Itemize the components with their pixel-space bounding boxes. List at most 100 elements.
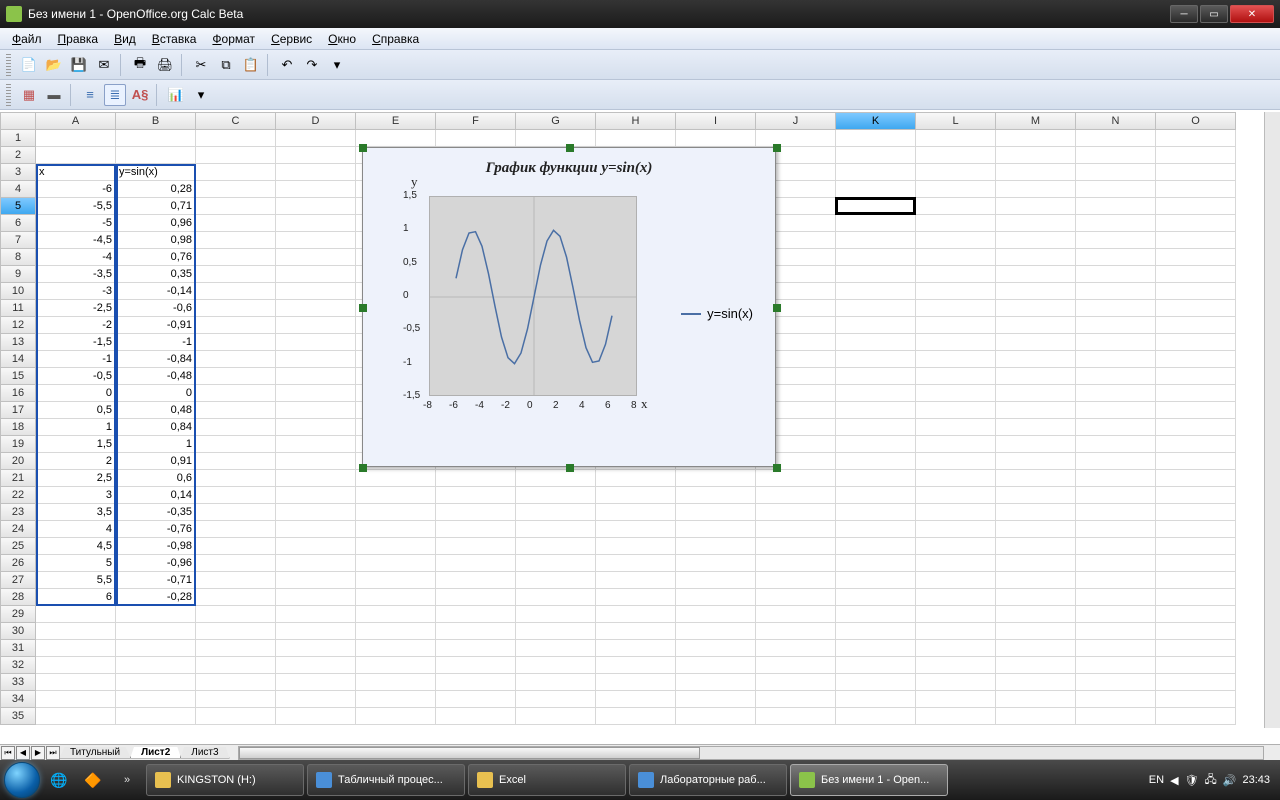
vertical-scrollbar[interactable] bbox=[1264, 112, 1280, 728]
cell-G29[interactable] bbox=[516, 606, 596, 623]
cell-N26[interactable] bbox=[1076, 555, 1156, 572]
sheet-tab-Лист3[interactable]: Лист3 bbox=[180, 747, 229, 759]
chart-resize-handle[interactable] bbox=[359, 464, 367, 472]
cell-L28[interactable] bbox=[916, 589, 996, 606]
cell-A7[interactable]: -4,5 bbox=[36, 232, 116, 249]
cell-A33[interactable] bbox=[36, 674, 116, 691]
cell-K8[interactable] bbox=[836, 249, 916, 266]
cell-D7[interactable] bbox=[276, 232, 356, 249]
cell-A5[interactable]: -5,5 bbox=[36, 198, 116, 215]
row-header-33[interactable]: 33 bbox=[0, 674, 36, 691]
cell-N14[interactable] bbox=[1076, 351, 1156, 368]
cell-grid[interactable]: x-6-5,5-5-4,5-4-3,5-3-2,5-2-1,5-1-0,500,… bbox=[36, 130, 1264, 728]
cell-O1[interactable] bbox=[1156, 130, 1236, 147]
cell-N15[interactable] bbox=[1076, 368, 1156, 385]
cell-N34[interactable] bbox=[1076, 691, 1156, 708]
cell-J35[interactable] bbox=[756, 708, 836, 725]
cell-H24[interactable] bbox=[596, 521, 676, 538]
cell-D26[interactable] bbox=[276, 555, 356, 572]
cell-L12[interactable] bbox=[916, 317, 996, 334]
cell-O30[interactable] bbox=[1156, 623, 1236, 640]
cell-E34[interactable] bbox=[356, 691, 436, 708]
cell-H22[interactable] bbox=[596, 487, 676, 504]
tab-nav-last[interactable]: ⏭ bbox=[46, 746, 60, 760]
cell-D24[interactable] bbox=[276, 521, 356, 538]
tray-lang[interactable]: EN bbox=[1149, 774, 1164, 786]
cell-K13[interactable] bbox=[836, 334, 916, 351]
cell-N11[interactable] bbox=[1076, 300, 1156, 317]
cell-N22[interactable] bbox=[1076, 487, 1156, 504]
cell-C2[interactable] bbox=[196, 147, 276, 164]
cell-J21[interactable] bbox=[756, 470, 836, 487]
row-header-7[interactable]: 7 bbox=[0, 232, 36, 249]
cell-L6[interactable] bbox=[916, 215, 996, 232]
cell-D10[interactable] bbox=[276, 283, 356, 300]
cell-C28[interactable] bbox=[196, 589, 276, 606]
cell-G22[interactable] bbox=[516, 487, 596, 504]
cell-A19[interactable]: 1,5 bbox=[36, 436, 116, 453]
cell-M30[interactable] bbox=[996, 623, 1076, 640]
cell-H31[interactable] bbox=[596, 640, 676, 657]
cell-O20[interactable] bbox=[1156, 453, 1236, 470]
cell-O31[interactable] bbox=[1156, 640, 1236, 657]
cell-B4[interactable]: 0,28 bbox=[116, 181, 196, 198]
col-header-C[interactable]: C bbox=[196, 112, 276, 130]
undo-button[interactable]: ↶ bbox=[276, 54, 298, 76]
cell-A17[interactable]: 0,5 bbox=[36, 402, 116, 419]
cell-K11[interactable] bbox=[836, 300, 916, 317]
cell-H30[interactable] bbox=[596, 623, 676, 640]
cell-B23[interactable]: -0,35 bbox=[116, 504, 196, 521]
cell-C4[interactable] bbox=[196, 181, 276, 198]
cell-K4[interactable] bbox=[836, 181, 916, 198]
cell-F33[interactable] bbox=[436, 674, 516, 691]
col-header-I[interactable]: I bbox=[676, 112, 756, 130]
cell-B13[interactable]: -1 bbox=[116, 334, 196, 351]
cell-E35[interactable] bbox=[356, 708, 436, 725]
cell-N8[interactable] bbox=[1076, 249, 1156, 266]
cell-M25[interactable] bbox=[996, 538, 1076, 555]
cell-M19[interactable] bbox=[996, 436, 1076, 453]
cell-K6[interactable] bbox=[836, 215, 916, 232]
cell-D18[interactable] bbox=[276, 419, 356, 436]
cell-F34[interactable] bbox=[436, 691, 516, 708]
row-header-31[interactable]: 31 bbox=[0, 640, 36, 657]
cell-M31[interactable] bbox=[996, 640, 1076, 657]
row-header-9[interactable]: 9 bbox=[0, 266, 36, 283]
cell-F28[interactable] bbox=[436, 589, 516, 606]
col-header-A[interactable]: A bbox=[36, 112, 116, 130]
cell-A15[interactable]: -0,5 bbox=[36, 368, 116, 385]
cell-B9[interactable]: 0,35 bbox=[116, 266, 196, 283]
cell-B22[interactable]: 0,14 bbox=[116, 487, 196, 504]
cell-K26[interactable] bbox=[836, 555, 916, 572]
cell-N21[interactable] bbox=[1076, 470, 1156, 487]
cell-D27[interactable] bbox=[276, 572, 356, 589]
cell-K18[interactable] bbox=[836, 419, 916, 436]
cell-L23[interactable] bbox=[916, 504, 996, 521]
cell-E30[interactable] bbox=[356, 623, 436, 640]
tab-nav-next[interactable]: ▶ bbox=[31, 746, 45, 760]
cell-E32[interactable] bbox=[356, 657, 436, 674]
cell-K29[interactable] bbox=[836, 606, 916, 623]
col-header-L[interactable]: L bbox=[916, 112, 996, 130]
col-header-D[interactable]: D bbox=[276, 112, 356, 130]
cell-J23[interactable] bbox=[756, 504, 836, 521]
redo-button[interactable]: ↷ bbox=[301, 54, 323, 76]
cell-E1[interactable] bbox=[356, 130, 436, 147]
align-center-button[interactable]: ≣ bbox=[104, 84, 126, 106]
cell-L3[interactable] bbox=[916, 164, 996, 181]
menu-вставка[interactable]: Вставка bbox=[144, 30, 205, 48]
col-header-B[interactable]: B bbox=[116, 112, 196, 130]
cell-I30[interactable] bbox=[676, 623, 756, 640]
cell-G35[interactable] bbox=[516, 708, 596, 725]
menu-файл[interactable]: Файл bbox=[4, 30, 50, 48]
cell-K34[interactable] bbox=[836, 691, 916, 708]
row-header-4[interactable]: 4 bbox=[0, 181, 36, 198]
cell-D17[interactable] bbox=[276, 402, 356, 419]
cell-J30[interactable] bbox=[756, 623, 836, 640]
cell-L13[interactable] bbox=[916, 334, 996, 351]
row-header-5[interactable]: 5 bbox=[0, 198, 36, 215]
cell-G1[interactable] bbox=[516, 130, 596, 147]
cell-N33[interactable] bbox=[1076, 674, 1156, 691]
cell-D14[interactable] bbox=[276, 351, 356, 368]
cell-L24[interactable] bbox=[916, 521, 996, 538]
